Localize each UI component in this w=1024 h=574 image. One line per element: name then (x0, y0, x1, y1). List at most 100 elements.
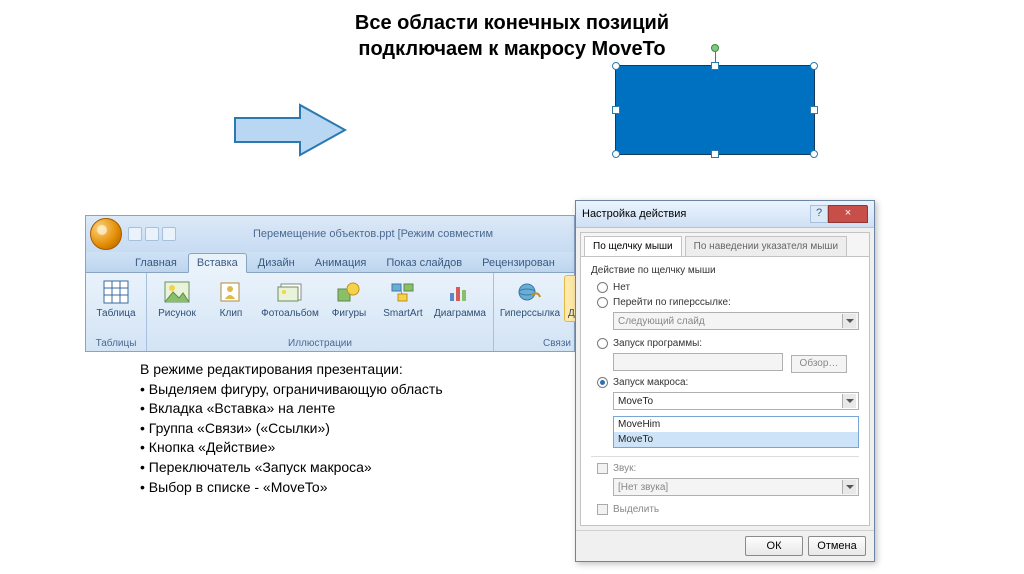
cancel-button[interactable]: Отмена (808, 536, 866, 556)
album-button[interactable]: Фотоальбом (259, 275, 321, 322)
document-title: Перемещение объектов.ppt [Режим совмести… (176, 228, 570, 240)
selected-rectangle[interactable] (615, 65, 815, 155)
group-tables: Таблица Таблицы (86, 273, 147, 351)
macro-value: MoveTo (618, 396, 653, 407)
radio-hyperlink-label: Перейти по гиперссылке: (613, 297, 731, 308)
group-illustrations: Рисунок Клип Фотоальбом Фигуры SmartArt … (147, 273, 494, 351)
title-line2: подключаем к макросу MoveTo (358, 38, 665, 60)
tab-home[interactable]: Главная (126, 253, 186, 273)
table-button[interactable]: Таблица (90, 275, 142, 322)
qat-redo-icon[interactable] (162, 227, 176, 241)
smartart-label: SmartArt (383, 308, 422, 319)
album-icon (275, 278, 305, 306)
macro-option-moveto[interactable]: MoveTo (614, 432, 858, 447)
hyperlink-combo[interactable]: Следующий слайд (613, 312, 859, 330)
tab-design[interactable]: Дизайн (249, 253, 304, 273)
highlight-checkbox-row[interactable]: Выделить (591, 502, 859, 517)
album-label: Фотоальбом (261, 308, 319, 319)
radio-program[interactable] (597, 338, 608, 349)
tab-slideshow[interactable]: Показ слайдов (377, 253, 471, 273)
instruction-item: Выбор в списке - «MoveTo» (140, 478, 590, 498)
resize-handle-tl[interactable] (612, 62, 620, 70)
picture-icon (162, 278, 192, 306)
office-button[interactable] (90, 218, 122, 250)
clip-button[interactable]: Клип (205, 275, 257, 322)
resize-handle-ml[interactable] (612, 106, 620, 114)
radio-macro[interactable] (597, 377, 608, 388)
tab-insert[interactable]: Вставка (188, 253, 247, 273)
shapes-icon (334, 278, 364, 306)
dialog-button-bar: ОК Отмена (576, 530, 874, 561)
tab-animation[interactable]: Анимация (306, 253, 376, 273)
resize-handle-bl[interactable] (612, 150, 620, 158)
links-group-label: Связи (543, 337, 571, 351)
action-group-label: Действие по щелчку мыши (591, 265, 859, 276)
rotation-handle[interactable] (711, 44, 719, 52)
hyperlink-icon (515, 278, 545, 306)
picture-label: Рисунок (158, 308, 196, 319)
chart-button[interactable]: Диаграмма (431, 275, 489, 322)
macro-option-movehim[interactable]: MoveHim (614, 417, 858, 432)
radio-program-row[interactable]: Запуск программы: (591, 336, 859, 351)
illustrations-group-label: Иллюстрации (288, 337, 352, 351)
chevron-down-icon (842, 314, 856, 328)
resize-handle-br[interactable] (810, 150, 818, 158)
radio-none-row[interactable]: Нет (591, 280, 859, 295)
quick-access-toolbar (128, 227, 176, 241)
dialog-tabs: По щелчку мыши По наведении указателя мы… (581, 233, 869, 257)
picture-button[interactable]: Рисунок (151, 275, 203, 322)
sound-label: Звук: (613, 463, 636, 474)
ribbon-window: Перемещение объектов.ppt [Режим совмести… (85, 215, 575, 352)
title-line1: Все области конечных позиций (355, 12, 669, 34)
macro-combo[interactable]: MoveTo (613, 392, 859, 410)
tab-review[interactable]: Рецензирован (473, 253, 564, 273)
ribbon-tabs: Главная Вставка Дизайн Анимация Показ сл… (86, 252, 574, 273)
chevron-down-icon (842, 394, 856, 408)
clip-label: Клип (220, 308, 243, 319)
arrow-shape (230, 100, 350, 165)
qat-save-icon[interactable] (128, 227, 142, 241)
resize-handle-tr[interactable] (810, 62, 818, 70)
instruction-item: Группа «Связи» («Ссылки») (140, 419, 590, 439)
radio-hyperlink[interactable] (597, 297, 608, 308)
hyperlink-label: Гиперссылка (500, 308, 560, 319)
radio-none-label: Нет (613, 282, 630, 293)
help-button[interactable]: ? (810, 205, 828, 223)
chart-icon (445, 278, 475, 306)
chart-label: Диаграмма (434, 308, 486, 319)
shapes-button[interactable]: Фигуры (323, 275, 375, 322)
smartart-button[interactable]: SmartArt (377, 275, 429, 322)
close-button[interactable]: × (828, 205, 868, 223)
macro-dropdown-list: MoveHim MoveTo (613, 416, 859, 448)
sound-checkbox-row[interactable]: Звук: (591, 461, 859, 476)
tables-group-label: Таблицы (96, 337, 137, 351)
dialog-title-text: Настройка действия (582, 208, 686, 220)
hyperlink-button[interactable]: Гиперссылка (498, 275, 562, 322)
highlight-checkbox[interactable] (597, 504, 608, 515)
resize-handle-bm[interactable] (711, 150, 719, 158)
radio-macro-row[interactable]: Запуск макроса: (591, 375, 859, 390)
sound-combo[interactable]: [Нет звука] (613, 478, 859, 496)
program-path-input[interactable] (613, 353, 783, 371)
browse-button[interactable]: Обзор… (791, 355, 847, 373)
tab-on-click[interactable]: По щелчку мыши (584, 236, 682, 257)
radio-none[interactable] (597, 282, 608, 293)
dialog-titlebar[interactable]: Настройка действия ? × (576, 201, 874, 228)
radio-hyperlink-row[interactable]: Перейти по гиперссылке: (591, 295, 859, 310)
ribbon-groups: Таблица Таблицы Рисунок Клип Фотоальбом … (86, 273, 574, 351)
tab-on-hover[interactable]: По наведении указателя мыши (685, 236, 847, 257)
sound-checkbox[interactable] (597, 463, 608, 474)
instructions-intro: В режиме редактирования презентации: (140, 360, 590, 380)
table-icon (101, 278, 131, 306)
resize-handle-mr[interactable] (810, 106, 818, 114)
shapes-label: Фигуры (332, 308, 366, 319)
instruction-item: Выделяем фигуру, ограничивающую область (140, 380, 590, 400)
smartart-icon (388, 278, 418, 306)
qat-undo-icon[interactable] (145, 227, 159, 241)
resize-handle-tm[interactable] (711, 62, 719, 70)
instruction-item: Вкладка «Вставка» на ленте (140, 399, 590, 419)
table-label: Таблица (96, 308, 135, 319)
ok-button[interactable]: ОК (745, 536, 803, 556)
hyperlink-value: Следующий слайд (618, 316, 705, 327)
dialog-content: Действие по щелчку мыши Нет Перейти по г… (581, 257, 869, 525)
